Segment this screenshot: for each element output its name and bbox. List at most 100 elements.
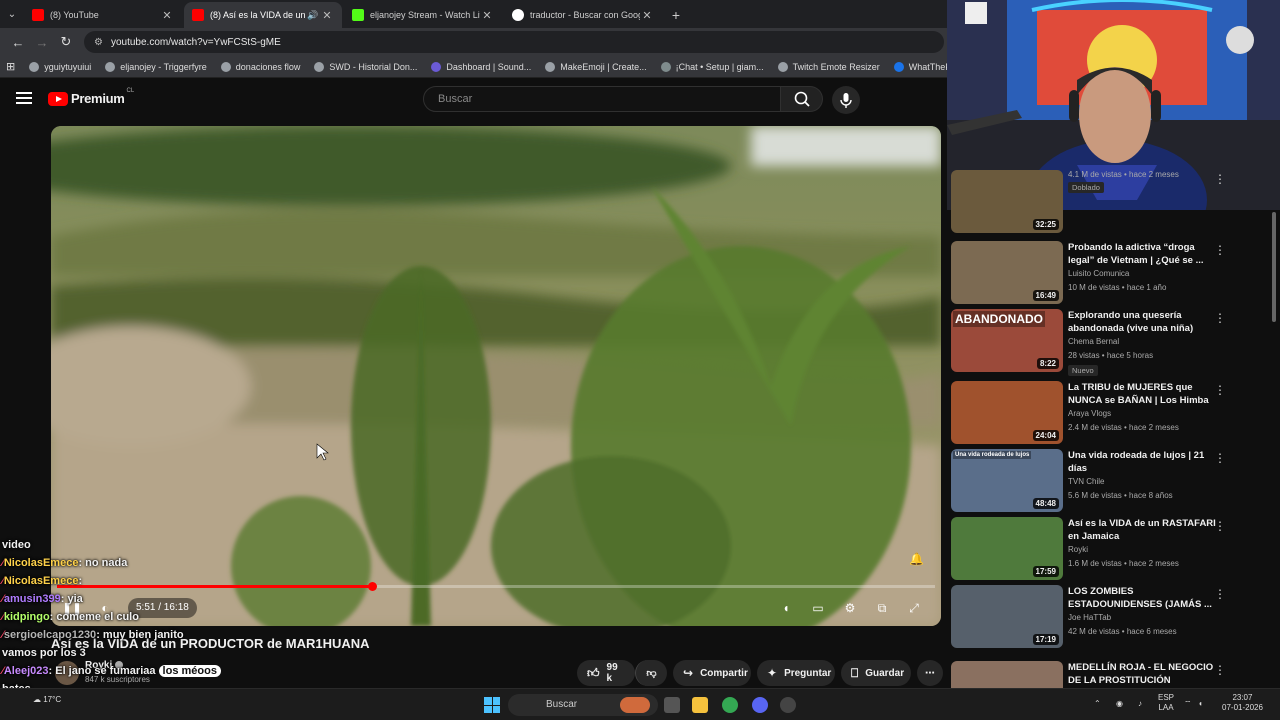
save-button[interactable]: ⎕ Guardar xyxy=(841,660,911,686)
obs-icon[interactable] xyxy=(780,697,796,713)
audio-playing-icon[interactable]: 🔊 xyxy=(306,10,320,21)
video-thumbnail[interactable]: 17:19 xyxy=(951,585,1063,648)
more-vert-icon[interactable]: ⋮ xyxy=(1214,383,1226,397)
close-tab-icon[interactable]: ✕ xyxy=(160,9,174,22)
file-explorer-icon[interactable] xyxy=(692,697,708,713)
input-language[interactable]: ESP LAA xyxy=(1158,693,1174,713)
apps-grid-icon[interactable]: ⊞ xyxy=(6,60,15,73)
more-vert-icon[interactable]: ⋮ xyxy=(1214,451,1226,465)
menu-hamburger-icon[interactable] xyxy=(16,92,32,104)
chat-username[interactable]: sergioelcapo1230 xyxy=(4,629,96,641)
search-button[interactable] xyxy=(781,86,823,112)
recommended-video[interactable]: 17:59 Así es la VIDA de un RASTAFARI en J… xyxy=(951,517,1251,581)
recommended-channel[interactable]: TVN Chile xyxy=(1068,477,1104,486)
more-actions-button[interactable]: ⋯ xyxy=(917,660,943,686)
autoplay-toggle-icon[interactable]: ◖ xyxy=(778,600,794,616)
close-tab-icon[interactable]: ✕ xyxy=(480,9,494,22)
more-vert-icon[interactable]: ⋮ xyxy=(1214,519,1226,533)
bookmark-item[interactable]: donaciones flow xyxy=(220,61,300,72)
video-thumbnail[interactable]: 17:59 xyxy=(951,517,1063,580)
bookmark-item[interactable]: eljanojey - Triggerfyre xyxy=(105,61,207,72)
video-thumbnail[interactable]: 24:04 xyxy=(951,381,1063,444)
chat-username[interactable]: NicolasEmece xyxy=(4,575,79,587)
chat-username[interactable]: Aleej023 xyxy=(4,665,49,677)
dislike-button[interactable]: 👎︎ xyxy=(635,660,667,686)
tab-google-search[interactable]: traductor - Buscar con Google ✕ xyxy=(504,2,662,28)
back-arrow-icon[interactable]: ← xyxy=(6,30,30,54)
like-button[interactable]: 👍︎ 99 k xyxy=(577,660,635,686)
recommended-video[interactable]: 17:19 LOS ZOMBIES ESTADOUNIDENSES (JAMÁS … xyxy=(951,585,1251,649)
recommended-video[interactable]: 32:25 4.1 M de vistas • hace 2 meses Dobla… xyxy=(951,170,1251,234)
more-vert-icon[interactable]: ⋮ xyxy=(1214,243,1226,257)
recommended-video[interactable]: 16:49 Probando la adictiva “droga legal” … xyxy=(951,241,1251,305)
site-info-icon[interactable]: ⚙ xyxy=(94,37,103,48)
volume-tray-icon[interactable]: ◖ xyxy=(1198,699,1203,709)
new-tab-plus-icon[interactable]: + xyxy=(664,2,688,28)
reload-icon[interactable]: ↻ xyxy=(54,30,78,54)
recommended-channel[interactable]: Chema Bernal xyxy=(1068,337,1119,346)
tab-kick-stream[interactable]: eljanojey Stream - Watch Live o ✕ xyxy=(344,2,502,28)
recommended-channel[interactable]: Luisito Comunica xyxy=(1068,269,1129,278)
chrome-icon[interactable] xyxy=(722,697,738,713)
windows-start-icon[interactable] xyxy=(484,697,500,713)
mic-tray-icon[interactable]: ♪ xyxy=(1138,699,1142,709)
discord-icon[interactable] xyxy=(752,697,768,713)
forward-arrow-icon[interactable]: → xyxy=(30,30,54,54)
recommended-title[interactable]: Así es la VIDA de un RASTAFARI en Jamaic… xyxy=(1068,517,1223,543)
bookmark-item[interactable]: yguiytuyuiui xyxy=(29,61,91,72)
recommended-title[interactable]: Probando la adictiva “droga legal” de Vi… xyxy=(1068,241,1223,267)
voice-search-button[interactable] xyxy=(832,86,860,114)
network-icon[interactable]: ◉ xyxy=(1116,699,1123,709)
notification-bell-icon[interactable]: 🔔 xyxy=(909,552,924,566)
close-tab-icon[interactable]: ✕ xyxy=(320,9,334,22)
miniplayer-icon[interactable]: ⧉ xyxy=(874,600,890,616)
wifi-icon[interactable]: ⌔ xyxy=(1184,699,1192,709)
bookmark-item[interactable]: Twitch Emote Resizer xyxy=(777,61,880,72)
search-input[interactable]: Buscar xyxy=(423,86,781,112)
video-thumbnail[interactable]: 32:25 xyxy=(951,170,1063,233)
youtube-premium-logo[interactable]: Premium CL xyxy=(48,88,134,106)
tab-youtube-video[interactable]: (8) Así es la VIDA de un PR 🔊 ✕ xyxy=(184,2,342,28)
fullscreen-icon[interactable]: ⤢ xyxy=(906,600,922,616)
sidebar-scrollbar[interactable] xyxy=(1272,212,1276,322)
sparkle-icon: ✦ xyxy=(767,666,778,680)
more-vert-icon[interactable]: ⋮ xyxy=(1214,587,1226,601)
subtitles-icon[interactable]: ▭ xyxy=(810,600,826,616)
tray-chevron-icon[interactable]: ⌃ xyxy=(1094,699,1101,709)
close-tab-icon[interactable]: ✕ xyxy=(640,9,654,22)
recommended-video[interactable]: 24:04 La TRIBU de MUJERES que NUNCA se BA… xyxy=(951,381,1251,445)
tab-search-chevron-icon[interactable]: ⌄ xyxy=(0,0,24,28)
bookmark-item[interactable]: MakeEmoji | Create... xyxy=(545,61,647,72)
recommended-title[interactable]: Una vida rodeada de lujos | 21 días xyxy=(1068,449,1223,475)
recommended-title[interactable]: MEDELLÍN ROJA - EL NEGOCIO DE LA PROSTIT… xyxy=(1068,661,1223,687)
chat-username[interactable]: kidpingo xyxy=(4,611,50,623)
clock[interactable]: 23:07 07-01-2026 xyxy=(1222,693,1263,713)
task-view-icon[interactable] xyxy=(664,697,680,713)
recommended-channel[interactable]: Joe HaTTab xyxy=(1068,613,1111,622)
url-omnibox[interactable]: ⚙ youtube.com/watch?v=YwFCStS-gME xyxy=(84,31,944,53)
recommended-channel[interactable]: Royki xyxy=(1068,545,1088,554)
search-highlight-icon[interactable] xyxy=(620,697,650,713)
recommended-title[interactable]: Explorando una quesería abandonada (vive… xyxy=(1068,309,1223,335)
video-thumbnail[interactable]: ABANDONADO 8:22 xyxy=(951,309,1063,372)
chat-username[interactable]: amusin399 xyxy=(4,593,61,605)
recommended-channel[interactable]: Araya Vlogs xyxy=(1068,409,1111,418)
recommended-video[interactable]: Una vida rodeada de lujos 48:48 Una vida r… xyxy=(951,449,1251,513)
weather-widget[interactable]: ☁ 17°C xyxy=(33,695,61,704)
more-vert-icon[interactable]: ⋮ xyxy=(1214,172,1226,186)
video-thumbnail[interactable]: Una vida rodeada de lujos 48:48 xyxy=(951,449,1063,512)
more-vert-icon[interactable]: ⋮ xyxy=(1214,663,1226,677)
tab-youtube-home[interactable]: (8) YouTube ✕ xyxy=(24,2,182,28)
recommended-title[interactable]: LOS ZOMBIES ESTADOUNIDENSES (JAMÁS ... xyxy=(1068,585,1223,611)
share-button[interactable]: ↪ Compartir xyxy=(673,660,751,686)
ask-button[interactable]: ✦ Preguntar xyxy=(757,660,835,686)
bookmark-item[interactable]: Dashboard | Sound... xyxy=(431,61,531,72)
recommended-video[interactable]: ABANDONADO 8:22 Explorando una quesería ab… xyxy=(951,309,1251,376)
bookmark-item[interactable]: ¡Chat • Setup | giam... xyxy=(660,61,764,72)
video-thumbnail[interactable]: 16:49 xyxy=(951,241,1063,304)
chat-username[interactable]: NicolasEmece xyxy=(4,557,79,569)
settings-gear-icon[interactable]: ⚙ xyxy=(842,600,858,616)
more-vert-icon[interactable]: ⋮ xyxy=(1214,311,1226,325)
recommended-title[interactable]: La TRIBU de MUJERES que NUNCA se BAÑAN |… xyxy=(1068,381,1223,407)
bookmark-item[interactable]: SWD - Historial Don... xyxy=(314,61,417,72)
